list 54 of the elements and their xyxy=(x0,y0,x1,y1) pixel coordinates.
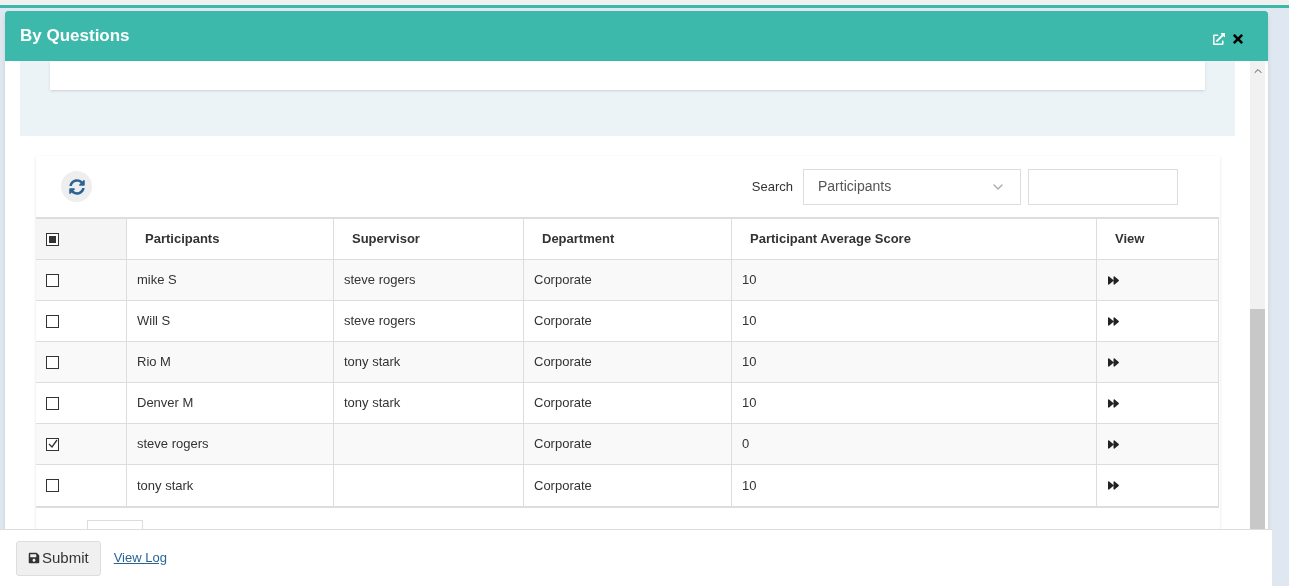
save-icon xyxy=(28,552,40,564)
table-cell-text: Denver M xyxy=(137,394,194,413)
column-header: Department xyxy=(542,230,615,249)
search-by-dropdown[interactable]: Participants xyxy=(803,168,1021,205)
column-header: Participant Average Score xyxy=(750,230,911,249)
table-cell-text: 10 xyxy=(742,271,757,290)
fast-forward-icon[interactable] xyxy=(1107,397,1120,409)
select-all-checkbox[interactable] xyxy=(46,232,59,246)
table-cell-text: Corporate xyxy=(534,394,592,413)
dialog-title: By Questions xyxy=(20,25,130,48)
table-cell-text: 10 xyxy=(742,312,757,331)
table-cell-text: steve rogers xyxy=(344,271,416,290)
table-cell-text: tony stark xyxy=(137,476,194,495)
table-cell-text: 0 xyxy=(742,435,750,454)
checkbox[interactable] xyxy=(46,437,59,451)
column-header: Supervisor xyxy=(352,230,420,249)
table-cell-text: Rio M xyxy=(137,353,171,372)
view-log-link[interactable]: View Log xyxy=(113,548,167,568)
table-cell-text: steve rogers xyxy=(344,312,416,331)
fast-forward-icon[interactable] xyxy=(1107,356,1120,368)
refresh-button[interactable] xyxy=(61,171,92,202)
fast-forward-icon[interactable] xyxy=(1107,438,1120,450)
check-icon xyxy=(47,439,58,449)
search-field[interactable] xyxy=(1028,168,1178,205)
table-cell-text: 10 xyxy=(742,476,757,495)
table-cell-text: Corporate xyxy=(534,353,592,372)
checkbox[interactable] xyxy=(46,396,59,410)
submit-button[interactable]: Submit xyxy=(16,540,101,576)
table-cell-text: tony stark xyxy=(344,353,401,372)
column-header: View xyxy=(1115,230,1145,249)
column-header: Participants xyxy=(145,230,220,249)
table-cell-text: 10 xyxy=(742,353,757,372)
table-cell-text: Corporate xyxy=(534,271,592,290)
table-cell-text: 10 xyxy=(742,394,757,413)
table-cell-text: Corporate xyxy=(534,435,592,454)
checkbox[interactable] xyxy=(46,479,59,492)
partial-mark-icon xyxy=(49,235,56,243)
close-icon[interactable] xyxy=(1231,32,1245,46)
checkbox[interactable] xyxy=(46,273,59,287)
table-cell-text: Will S xyxy=(137,312,171,331)
checkbox[interactable] xyxy=(46,355,59,369)
fast-forward-icon[interactable] xyxy=(1107,274,1120,286)
table-cell-text: mike S xyxy=(137,271,177,290)
fast-forward-icon[interactable] xyxy=(1107,480,1120,491)
search-label: Search xyxy=(751,177,793,196)
refresh-icon xyxy=(68,178,85,195)
checkbox[interactable] xyxy=(46,314,59,328)
table-cell-text: steve rogers xyxy=(137,435,209,454)
fast-forward-icon[interactable] xyxy=(1107,315,1120,327)
scrollbar-thumb[interactable] xyxy=(1250,309,1265,529)
scrollbar[interactable] xyxy=(1250,61,1265,529)
table-cell-text: Corporate xyxy=(534,476,592,495)
table-cell-text: Corporate xyxy=(534,312,592,331)
table-cell-text: tony stark xyxy=(344,394,401,413)
